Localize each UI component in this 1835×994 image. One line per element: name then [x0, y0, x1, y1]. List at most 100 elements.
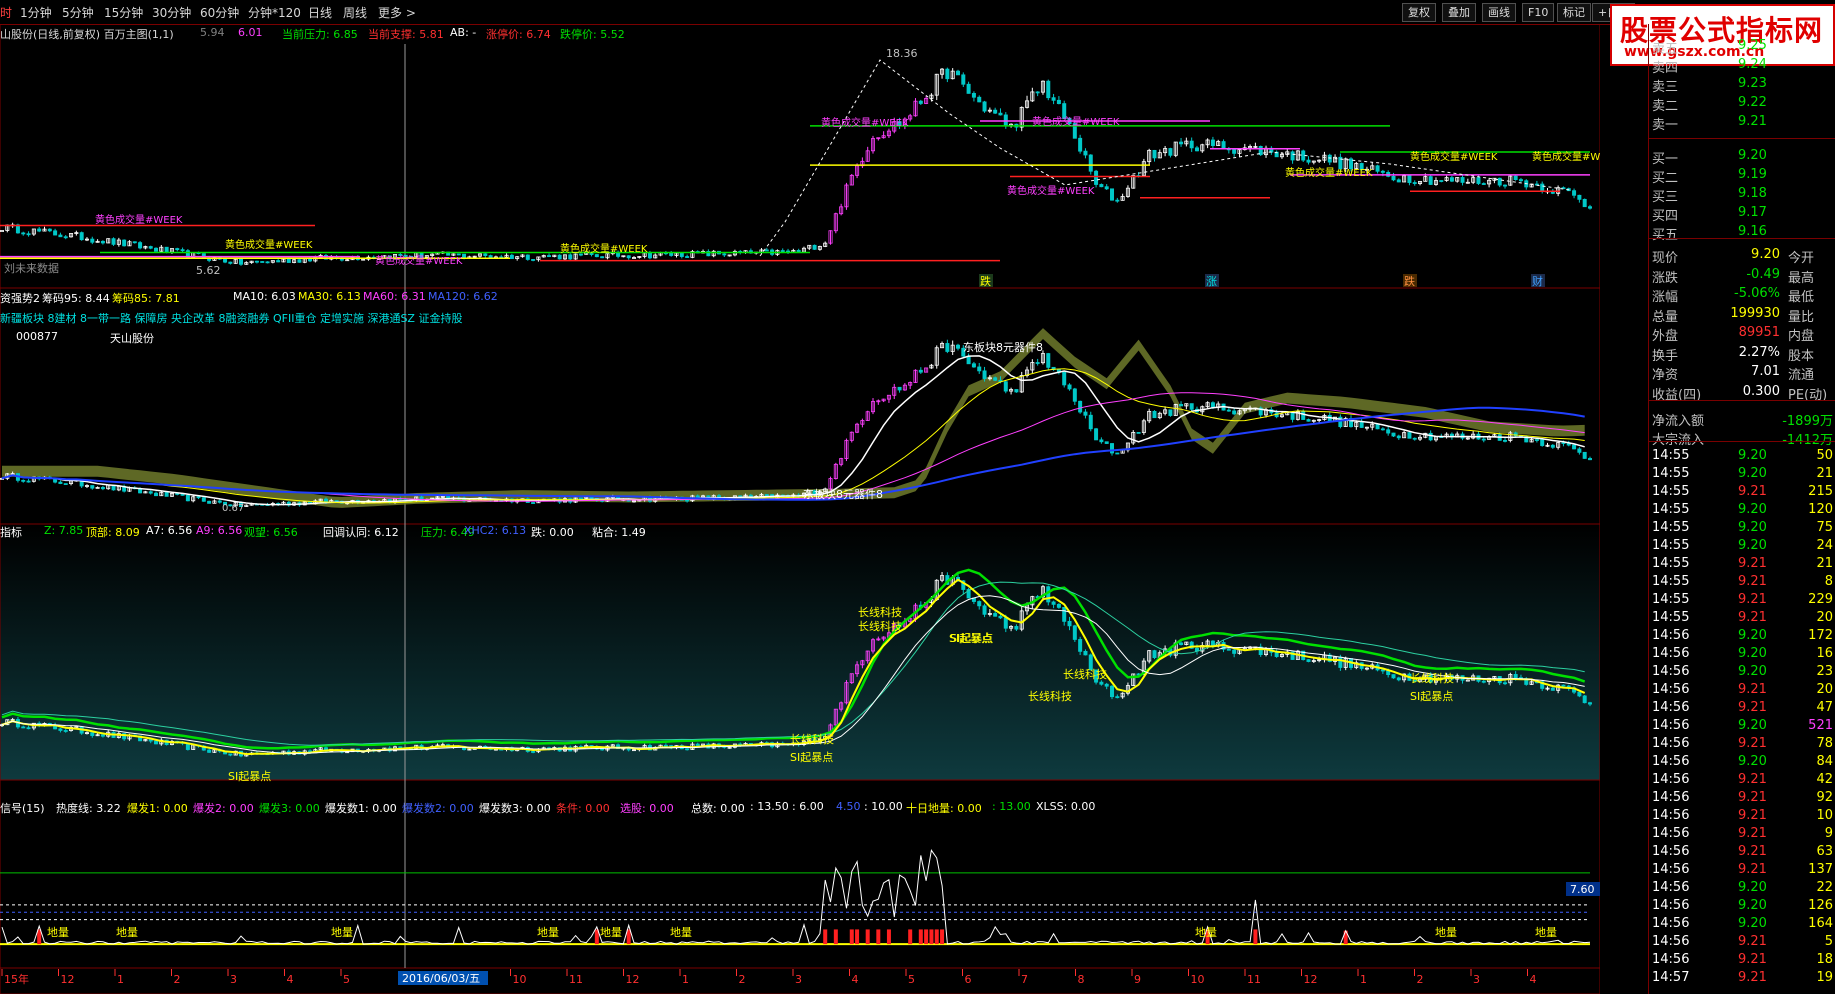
event-marker-1[interactable]: 跌 — [980, 274, 991, 288]
period-tab-30min[interactable]: 30分钟 — [152, 4, 191, 21]
tick-time: 14:56 — [1652, 844, 1690, 859]
concept-row: 新疆板块 8建材 8一带一路 保障房 央企改革 8融资融券 QFII重仓 定增实… — [0, 310, 1600, 326]
period-tab-60min[interactable]: 60分钟 — [200, 4, 239, 21]
p2-candle — [966, 355, 971, 365]
p1-candle — [547, 255, 552, 258]
date-label: 12 — [1304, 973, 1318, 986]
fuquan-button[interactable]: 复权 — [1402, 3, 1436, 22]
p2-candle — [1301, 411, 1306, 420]
p2-candle — [196, 496, 201, 499]
tick-time: 14:55 — [1652, 466, 1690, 481]
mark-button[interactable]: 标记 — [1557, 3, 1591, 22]
p2-candle — [897, 386, 902, 391]
period-tab-more[interactable]: 更多 > — [378, 4, 416, 21]
draw-line-button[interactable]: 画线 — [1482, 3, 1516, 22]
period-tab-1min[interactable]: 1分钟 — [20, 4, 52, 21]
tick-volume: 22 — [1816, 880, 1833, 895]
p3-candle — [1391, 674, 1396, 679]
week-label-2: 黄色成交量#WEEK — [1007, 184, 1095, 197]
p3-candle — [1588, 702, 1593, 705]
p1-candle — [228, 261, 233, 264]
p4-red-bar — [833, 929, 838, 945]
period-tab-120min[interactable]: 分钟*120 — [248, 4, 301, 21]
p2-candle — [154, 492, 159, 497]
ask-label: 卖二 — [1652, 99, 1679, 114]
bid-price: 9.17 — [1738, 205, 1767, 220]
overlay-button[interactable]: 叠加 — [1442, 3, 1476, 22]
p4-red-bar — [855, 929, 860, 945]
period-tab-daily[interactable]: 日线 — [308, 4, 332, 21]
vol-label-2: 地量 — [116, 926, 138, 939]
p1-candle — [1194, 147, 1199, 152]
quote-sep-2 — [1648, 238, 1835, 239]
signal-chart[interactable] — [0, 849, 1591, 946]
p2-candle — [1550, 444, 1555, 448]
panel3-z: Z: 7.85 — [44, 524, 84, 537]
panel4-bn1: 爆发数1: 0.00 — [325, 802, 397, 815]
p3-candle — [1078, 639, 1083, 652]
week-label-7: 黄色成交量#WEEK — [375, 254, 463, 267]
p1-candle — [132, 241, 137, 244]
week-label-3: 黄色成交量#WEEK — [1410, 150, 1498, 163]
p1-candle — [47, 228, 52, 232]
chart-area[interactable]: 16.0014.0012.0010.008.006.0018.0016.0014… — [0, 24, 1600, 994]
tick-price: 9.21 — [1738, 682, 1767, 697]
panel3-pullback: 回调认同: 6.12 — [323, 526, 399, 539]
tick-time: 14:56 — [1652, 880, 1690, 895]
tick-time: 14:55 — [1652, 610, 1690, 625]
period-tab-weekly[interactable]: 周线 — [343, 4, 367, 21]
p2-candle — [207, 500, 212, 504]
date-label: 11 — [569, 973, 583, 986]
p3-candle — [1115, 696, 1120, 699]
tick-price: 9.21 — [1738, 772, 1767, 787]
panel1-support: 当前支撑: 5.81 — [368, 28, 444, 41]
event-marker-2[interactable]: 涨 — [1206, 275, 1217, 288]
tick-time: 14:56 — [1652, 736, 1690, 751]
event-marker-4[interactable]: 财 — [1532, 274, 1543, 288]
tick-price: 9.20 — [1738, 754, 1767, 769]
tick-price: 9.21 — [1738, 826, 1767, 841]
tick-time: 14:56 — [1652, 898, 1690, 913]
stat-right-label: 最低 — [1788, 290, 1815, 305]
tick-price: 9.20 — [1738, 916, 1767, 931]
p1-candle — [918, 100, 923, 104]
p3-label-6: 长线科技 — [1063, 667, 1107, 681]
concept-list[interactable]: 新疆板块 8建材 8一带一路 保障房 央企改革 8融资融券 QFII重仓 定增实… — [0, 310, 462, 326]
p2-candle — [1099, 439, 1104, 443]
ma-chart[interactable] — [0, 328, 1593, 508]
stat-right-label: 量比 — [1788, 309, 1815, 325]
bid-label: 买二 — [1652, 171, 1679, 186]
tick-price: 9.20 — [1738, 646, 1767, 661]
tick-time: 14:56 — [1652, 916, 1690, 931]
p1-candle — [1078, 137, 1083, 152]
stat-value: 199930 — [1730, 305, 1780, 321]
date-label: 11 — [1247, 973, 1261, 986]
date-label: 1 — [1360, 973, 1367, 986]
p1-candle — [1104, 186, 1109, 190]
p1-candle — [600, 256, 605, 259]
p1-candle — [1449, 177, 1454, 182]
p2-candle — [180, 493, 185, 496]
high-price-label: 18.36 — [886, 47, 918, 60]
main-price-chart[interactable] — [0, 59, 1593, 266]
p1-candle — [977, 96, 982, 103]
p3-candle — [1083, 650, 1088, 656]
p2-candle — [1062, 371, 1067, 386]
p1-candle — [647, 252, 652, 259]
p1-candle — [175, 248, 180, 251]
period-tab-0[interactable]: 时 — [0, 4, 12, 21]
vol-label-1: 地量 — [47, 926, 69, 939]
p1-candle — [945, 68, 950, 80]
f10-button[interactable]: F10 — [1522, 3, 1555, 22]
p1-candle — [276, 260, 281, 263]
p2-candle — [1104, 441, 1109, 444]
event-marker-3[interactable]: 跌 — [1404, 274, 1415, 288]
panel1-title: 山股份(日线,前复权) 百万主图(1,1) — [0, 28, 174, 41]
tick-price: 9.20 — [1738, 880, 1767, 895]
period-tab-15min[interactable]: 15分钟 — [104, 4, 143, 21]
p3-candle — [1179, 642, 1184, 646]
p2-candle — [21, 479, 26, 482]
p1-candle — [1179, 141, 1184, 145]
p1-candle — [1327, 154, 1332, 163]
period-tab-5min[interactable]: 5分钟 — [62, 4, 94, 21]
